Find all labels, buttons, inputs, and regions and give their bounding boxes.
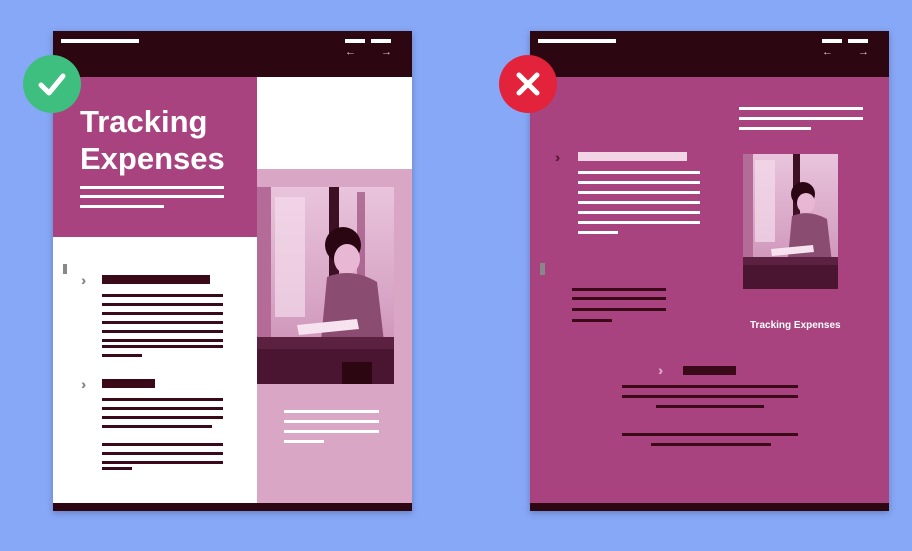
section-heading-bar: [578, 152, 687, 161]
body-text-line: [578, 191, 700, 194]
section-heading-bar: [102, 275, 210, 284]
section-heading-bar: [683, 366, 736, 375]
section-heading-bar: [102, 379, 155, 388]
header-menu-line: [345, 39, 365, 43]
intro-text-line: [739, 117, 863, 120]
body-text-line: [572, 288, 666, 291]
page-header-bar: ← →: [530, 31, 889, 77]
sidebar-block: [257, 169, 412, 503]
title-line-2: Expenses: [80, 141, 225, 176]
body-text-line: [572, 319, 612, 322]
caption-line: [284, 420, 379, 423]
header-title-line: [538, 39, 616, 43]
body-text-line: [578, 221, 700, 224]
title-line-1: Tracking: [80, 104, 208, 139]
body-text-line: [622, 385, 798, 388]
header-menu-line: [371, 39, 391, 43]
caption-line: [284, 430, 379, 433]
header-menu-line: [848, 39, 868, 43]
bullet-chevron-icon: ››: [81, 272, 88, 288]
caption-line: [284, 410, 379, 413]
body-text-line: [102, 294, 223, 297]
nav-next-arrow-icon: →: [858, 46, 869, 58]
incorrect-badge: [499, 55, 557, 113]
caption-line: [284, 440, 324, 443]
subtitle-line: [80, 186, 224, 189]
subtitle-line: [80, 205, 164, 208]
photo-illustration: [257, 187, 394, 384]
body-text-line: [102, 303, 223, 306]
body-text-line: [102, 312, 223, 315]
nav-prev-arrow-icon: ←: [345, 46, 356, 58]
body-text-line: [102, 354, 142, 357]
page-caption: Tracking Expenses: [750, 320, 841, 331]
header-menu-line: [822, 39, 842, 43]
checkmark-icon: [38, 73, 66, 96]
nav-prev-arrow-icon: ←: [822, 46, 833, 58]
body-text-line: [102, 443, 223, 446]
subtitle-line: [80, 195, 224, 198]
body-text-line: [651, 443, 771, 446]
person-at-laptop-photo: [743, 154, 838, 289]
body-text-line: [578, 201, 700, 204]
body-text-line: [578, 181, 700, 184]
bad-layout-example: ← → ›› Tracking Expenses ››: [530, 31, 889, 511]
body-text-line: [622, 433, 798, 436]
body-text-line: [656, 405, 764, 408]
page-footer-bar: [53, 503, 412, 511]
body-text-line: [572, 308, 666, 311]
person-at-laptop-photo: [257, 187, 394, 384]
margin-marker: [63, 264, 67, 274]
body-text-line: [102, 416, 223, 419]
nav-next-arrow-icon: →: [381, 46, 392, 58]
correct-badge: [23, 55, 81, 113]
body-text-line: [102, 345, 223, 348]
body-text-line: [102, 321, 223, 324]
bullet-chevron-icon: ››: [555, 149, 562, 165]
body-text-line: [578, 171, 700, 174]
body-text-line: [102, 461, 223, 464]
body-text-line: [102, 452, 223, 455]
body-text-line: [102, 425, 212, 428]
body-text-line: [572, 297, 666, 300]
title-block: Tracking Expenses: [53, 77, 257, 237]
intro-text-line: [739, 127, 811, 130]
body-text-line: [102, 467, 132, 470]
margin-marker: [540, 263, 545, 275]
x-mark-icon: [516, 72, 540, 96]
page-title: Tracking Expenses: [80, 103, 225, 177]
bullet-chevron-icon: ››: [658, 362, 665, 378]
page-footer-bar: [530, 503, 889, 511]
intro-text-line: [739, 107, 863, 110]
body-text-line: [102, 330, 223, 333]
body-text-line: [102, 407, 223, 410]
body-text-line: [578, 231, 618, 234]
body-text-line: [578, 211, 700, 214]
bullet-chevron-icon: ››: [81, 376, 88, 392]
body-text-line: [102, 339, 223, 342]
body-text-line: [102, 398, 223, 401]
photo-illustration: [743, 154, 838, 289]
good-layout-example: ← → Tracking Expenses ›› ››: [53, 31, 412, 511]
body-text-line: [622, 395, 798, 398]
header-title-line: [61, 39, 139, 43]
page-header-bar: ← →: [53, 31, 412, 77]
